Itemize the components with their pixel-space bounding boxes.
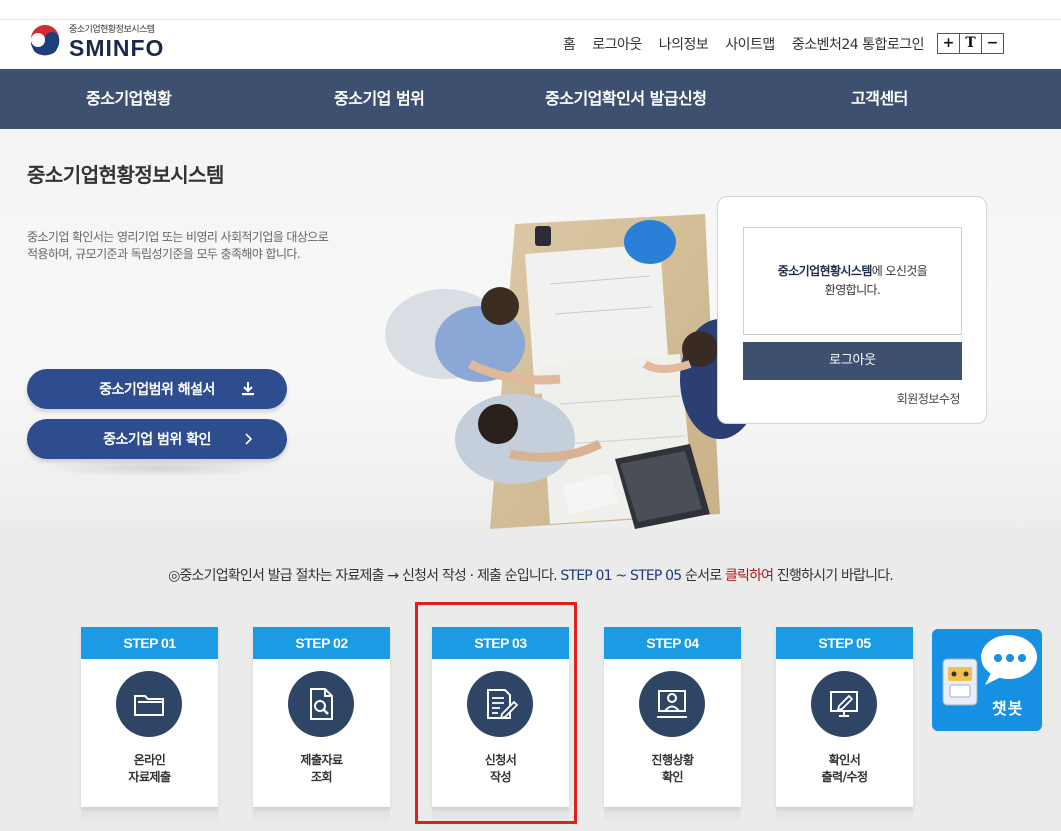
page-title: 중소기업현황정보시스템 [27, 163, 224, 187]
nav-sme-status[interactable]: 중소기업현황 [86, 69, 172, 129]
font-increase-button[interactable]: + [937, 33, 960, 54]
monitor-edit-icon [830, 691, 858, 717]
step-label: 온라인 자료제출 [128, 753, 171, 784]
step-header: STEP 05 [776, 627, 913, 659]
step-shadow [81, 807, 218, 823]
sme-scope-check-button[interactable]: 중소기업 범위 확인 [27, 419, 287, 459]
logo-subtitle: 중소기업현황정보시스템 [69, 24, 155, 35]
welcome-message: 중소기업현황시스템에 오신것을 환영합니다. [743, 227, 962, 335]
step-icon-circle [288, 671, 354, 737]
pill-shadow [35, 459, 280, 477]
step-03-card[interactable]: STEP 03 신청서 작성 [432, 627, 569, 807]
process-notice: ◎중소기업확인서 발급 절차는 자료제출 → 신청서 작성 · 제출 순입니다.… [0, 565, 1061, 585]
step-label: 신청서 작성 [484, 753, 517, 784]
step-icon-circle [639, 671, 705, 737]
utility-links: 홈 로그아웃 나의정보 사이트맵 중소벤처24 통합로그인 [563, 34, 925, 54]
edit-member-info-link[interactable]: 회원정보수정 [897, 390, 961, 407]
step-02-card[interactable]: STEP 02 제출자료 조회 [253, 627, 390, 807]
nav-sme-scope[interactable]: 중소기업 범위 [334, 69, 425, 129]
font-reset-button[interactable]: T [959, 33, 982, 54]
step-header: STEP 03 [432, 627, 569, 659]
taegeuk-emblem-icon [29, 24, 61, 58]
step-header: STEP 02 [253, 627, 390, 659]
notice-step-range: STEP 01 ~ STEP 05 [560, 568, 682, 584]
nav-certificate-apply[interactable]: 중소기업확인서 발급신청 [545, 69, 707, 129]
step-header: STEP 04 [604, 627, 741, 659]
font-size-controls: + T − [937, 33, 1004, 54]
step-05-card[interactable]: STEP 05 확인서 출력/수정 [776, 627, 913, 807]
welcome-text: 에 오신것을 [871, 264, 928, 278]
step-shadow [432, 807, 569, 823]
step-shadow [604, 807, 741, 823]
step-header: STEP 01 [81, 627, 218, 659]
chatbot-label: 챗봇 [992, 699, 1024, 718]
main-navigation: 중소기업현황 중소기업 범위 중소기업확인서 발급신청 고객센터 [0, 69, 1061, 129]
speech-bubble-icon [981, 635, 1037, 685]
steps-section: ◎중소기업확인서 발급 절차는 자료제출 → 신청서 작성 · 제출 순입니다.… [0, 529, 1061, 831]
pill-label: 중소기업범위 해설서 [99, 382, 215, 398]
step-04-card[interactable]: STEP 04 진행상황 확인 [604, 627, 741, 807]
step-label: 진행상황 확인 [651, 753, 694, 784]
my-info-link[interactable]: 나의정보 [659, 34, 709, 54]
step-icon-circle [467, 671, 533, 737]
robot-icon [942, 658, 978, 706]
meeting-photo [385, 214, 760, 529]
header: 중소기업현황정보시스템 SMINFO 홈 로그아웃 나의정보 사이트맵 중소벤처… [0, 20, 1061, 69]
download-icon [242, 382, 254, 396]
step-label: 제출자료 조회 [300, 753, 343, 784]
document-search-icon [310, 688, 333, 720]
login-panel: 중소기업현황시스템에 오신것을 환영합니다. 로그아웃 회원정보수정 [717, 196, 987, 424]
step-01-card[interactable]: STEP 01 온라인 자료제출 [81, 627, 218, 807]
chatbot-button[interactable]: 챗봇 [932, 629, 1042, 731]
monitor-user-icon [657, 690, 687, 718]
site-logo[interactable]: 중소기업현황정보시스템 SMINFO [27, 24, 164, 60]
welcome-text-line2: 환영합니다. [824, 283, 881, 297]
step-icon-circle [116, 671, 182, 737]
notice-click: 클릭하여 [724, 568, 774, 584]
font-decrease-button[interactable]: − [981, 33, 1004, 54]
notice-text: 순서로 [681, 568, 725, 584]
logo-wordmark: SMINFO [69, 34, 165, 61]
hero-description: 중소기업 확인서는 영리기업 또는 비영리 사회적기업을 대상으로 적용하며, … [27, 230, 329, 261]
logout-link[interactable]: 로그아웃 [592, 34, 642, 54]
document-edit-icon [487, 689, 519, 720]
pill-label: 중소기업 범위 확인 [103, 432, 211, 448]
step-icon-circle [811, 671, 877, 737]
nav-customer-center[interactable]: 고객센터 [851, 69, 908, 129]
notice-text: 진행하시기 바랍니다. [773, 568, 894, 584]
notice-text: ◎중소기업확인서 발급 절차는 자료제출 → 신청서 작성 · 제출 순입니다. [168, 568, 561, 584]
logout-button[interactable]: 로그아웃 [743, 342, 962, 380]
step-label: 확인서 출력/수정 [821, 753, 868, 784]
integrated-login-link[interactable]: 중소벤처24 통합로그인 [792, 34, 925, 54]
hero-section: 중소기업현황정보시스템 중소기업 확인서는 영리기업 또는 비영리 사회적기업을… [0, 129, 1061, 529]
step-shadow [776, 807, 913, 823]
folder-icon [134, 695, 164, 716]
sitemap-link[interactable]: 사이트맵 [725, 34, 775, 54]
welcome-system-name: 중소기업현황시스템 [777, 264, 873, 278]
home-link[interactable]: 홈 [563, 34, 576, 54]
chevron-right-icon [245, 433, 253, 445]
step-shadow [253, 807, 390, 823]
sme-scope-guide-button[interactable]: 중소기업범위 해설서 [27, 369, 287, 409]
